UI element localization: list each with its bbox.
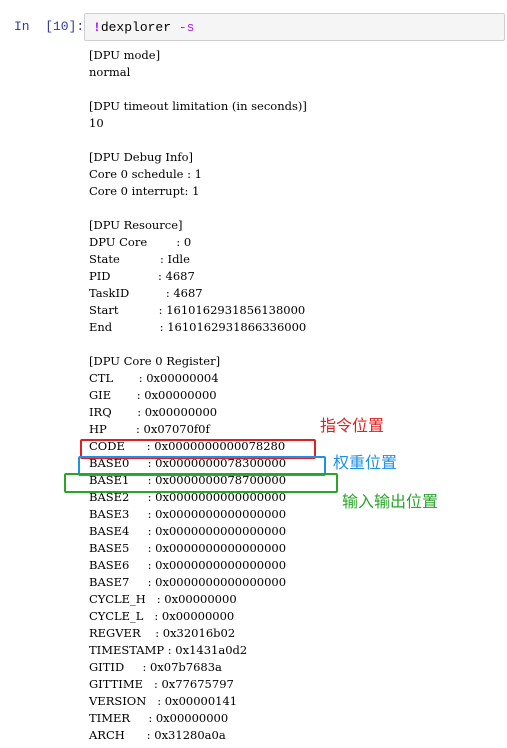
output-line: Core 0 interrupt: 1 bbox=[89, 184, 200, 198]
input-prompt: In [10]: bbox=[14, 19, 85, 34]
output-line: TaskID : 4687 bbox=[89, 286, 203, 300]
output-line: BASE6 : 0x0000000000000000 bbox=[89, 558, 287, 572]
output-line: GITID : 0x07b7683a bbox=[89, 660, 222, 674]
output-section-header: [DPU Debug Info] bbox=[89, 150, 194, 164]
code-annotation-label: 指令位置 bbox=[320, 416, 385, 435]
output-line: 10 bbox=[89, 116, 104, 130]
output-line: Start : 1610162931856138000 bbox=[89, 303, 306, 317]
output-line: End : 1610162931866336000 bbox=[89, 320, 307, 334]
output-line: REGVER : 0x32016b02 bbox=[89, 626, 236, 640]
cell-output: [DPU mode] normal [DPU timeout limitation … bbox=[89, 47, 499, 744]
output-section-header: [DPU Core 0 Register] bbox=[89, 354, 221, 368]
output-line: BASE5 : 0x0000000000000000 bbox=[89, 541, 287, 555]
command-flag: -s bbox=[178, 20, 195, 35]
output-line: ARCH : 0x31280a0a bbox=[89, 728, 226, 742]
output-line: CTL : 0x00000004 bbox=[89, 371, 219, 385]
shell-bang: ! bbox=[93, 20, 101, 35]
code-input-cell[interactable]: !dexplorer -s bbox=[84, 13, 505, 41]
output-line: Core 0 schedule : 1 bbox=[89, 167, 202, 181]
output-line: CYCLE_L : 0x00000000 bbox=[89, 609, 235, 623]
output-line: GIE : 0x00000000 bbox=[89, 388, 217, 402]
output-line: State : Idle bbox=[89, 252, 190, 266]
output-line: IRQ : 0x00000000 bbox=[89, 405, 218, 419]
command-name: dexplorer bbox=[100, 20, 179, 35]
base0-annotation-label: 权重位置 bbox=[333, 453, 398, 472]
output-line: PID : 4687 bbox=[89, 269, 195, 283]
base1-annotation-label: 输入输出位置 bbox=[342, 492, 439, 511]
output-line: TIMER : 0x00000000 bbox=[89, 711, 229, 725]
output-line: GITTIME : 0x77675797 bbox=[89, 677, 234, 691]
output-line: HP : 0x07070f0f bbox=[89, 422, 210, 436]
output-section-header: [DPU mode] bbox=[89, 48, 161, 62]
base1-highlight-box bbox=[64, 473, 338, 493]
output-line: BASE7 : 0x0000000000000000 bbox=[89, 575, 287, 589]
output-line: DPU Core : 0 bbox=[89, 235, 192, 249]
output-line: BASE4 : 0x0000000000000000 bbox=[89, 524, 287, 538]
output-line: TIMESTAMP : 0x1431a0d2 bbox=[89, 643, 248, 657]
output-line: VERSION : 0x00000141 bbox=[89, 694, 238, 708]
output-line: CYCLE_H : 0x00000000 bbox=[89, 592, 237, 606]
output-line: normal bbox=[89, 65, 131, 79]
output-section-header: [DPU Resource] bbox=[89, 218, 183, 232]
command-text: !dexplorer -s bbox=[93, 20, 194, 35]
output-section-header: [DPU timeout limitation (in seconds)] bbox=[89, 99, 307, 113]
